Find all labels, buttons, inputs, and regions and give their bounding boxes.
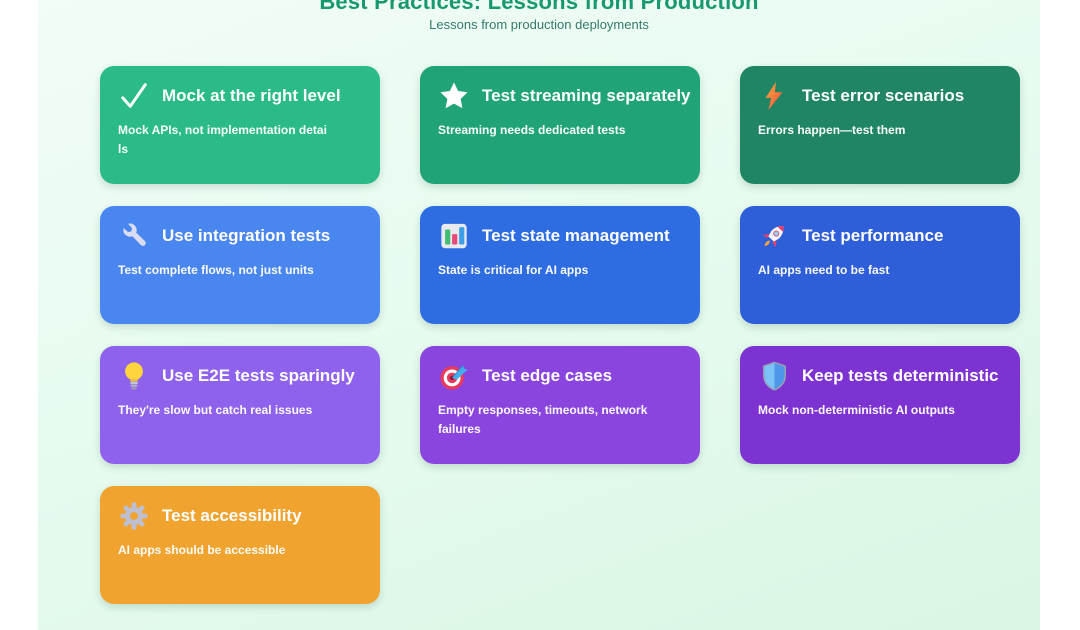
card-header: Test error scenarios (740, 66, 1020, 112)
card-title: Test performance (802, 226, 943, 246)
card-keep-tests-deterministic: Keep tests deterministic Mock non-determ… (740, 346, 1020, 464)
card-mock-at-the-right-level: Mock at the right level Mock APIs, not i… (100, 66, 380, 184)
card-description: Errors happen—test them (758, 121, 1002, 140)
star-icon (438, 80, 470, 112)
card-header: Test edge cases (420, 346, 700, 392)
gear-icon (118, 500, 150, 532)
card-description: AI apps need to be fast (758, 261, 1002, 280)
card-description: Mock APIs, not implementation detai ls (118, 121, 362, 159)
card-title: Keep tests deterministic (802, 366, 999, 386)
card-test-state-management: Test state management State is critical … (420, 206, 700, 324)
bar-chart-icon (438, 220, 470, 252)
wrench-icon (118, 220, 150, 252)
card-description: AI apps should be accessible (118, 541, 362, 560)
card-description: Mock non-deterministic AI outputs (758, 401, 1002, 420)
card-title: Test error scenarios (802, 86, 964, 106)
card-use-e2e-tests-sparingly: Use E2E tests sparingly They're slow but… (100, 346, 380, 464)
card-header: Use E2E tests sparingly (100, 346, 380, 392)
card-header: Keep tests deterministic (740, 346, 1020, 392)
card-title: Test edge cases (482, 366, 612, 386)
page-subtitle: Lessons from production deployments (38, 17, 1040, 33)
card-description: Empty responses, timeouts, network failu… (438, 401, 682, 439)
card-title: Test streaming separately (482, 86, 691, 106)
lightning-icon (758, 80, 790, 112)
card-description: They're slow but catch real issues (118, 401, 362, 420)
card-header: Use integration tests (100, 206, 380, 252)
card-header: Test streaming separately (420, 66, 700, 112)
card-title: Test state management (482, 226, 670, 246)
lightbulb-icon (118, 360, 150, 392)
card-use-integration-tests: Use integration tests Test complete flow… (100, 206, 380, 324)
card-test-error-scenarios: Test error scenarios Errors happen—test … (740, 66, 1020, 184)
card-header: Test state management (420, 206, 700, 252)
card-test-performance: Test performance AI apps need to be fast (740, 206, 1020, 324)
check-icon (118, 80, 150, 112)
card-test-accessibility: Test accessibility AI apps should be acc… (100, 486, 380, 604)
card-test-streaming-separately: Test streaming separately Streaming need… (420, 66, 700, 184)
card-title: Use E2E tests sparingly (162, 366, 355, 386)
card-header: Test performance (740, 206, 1020, 252)
shield-icon (758, 360, 790, 392)
slide-background: Best Practices: Lessons from Production … (38, 0, 1040, 630)
card-description: State is critical for AI apps (438, 261, 682, 280)
card-header: Mock at the right level (100, 66, 380, 112)
page-title: Best Practices: Lessons from Production (38, 0, 1040, 12)
card-description: Streaming needs dedicated tests (438, 121, 682, 140)
best-practices-card-grid: Mock at the right level Mock APIs, not i… (100, 66, 1020, 604)
target-icon (438, 360, 470, 392)
card-test-edge-cases: Test edge cases Empty responses, timeout… (420, 346, 700, 464)
card-title: Test accessibility (162, 506, 302, 526)
card-description: Test complete flows, not just units (118, 261, 362, 280)
card-title: Mock at the right level (162, 86, 341, 106)
rocket-icon (758, 220, 790, 252)
card-header: Test accessibility (100, 486, 380, 532)
card-title: Use integration tests (162, 226, 330, 246)
